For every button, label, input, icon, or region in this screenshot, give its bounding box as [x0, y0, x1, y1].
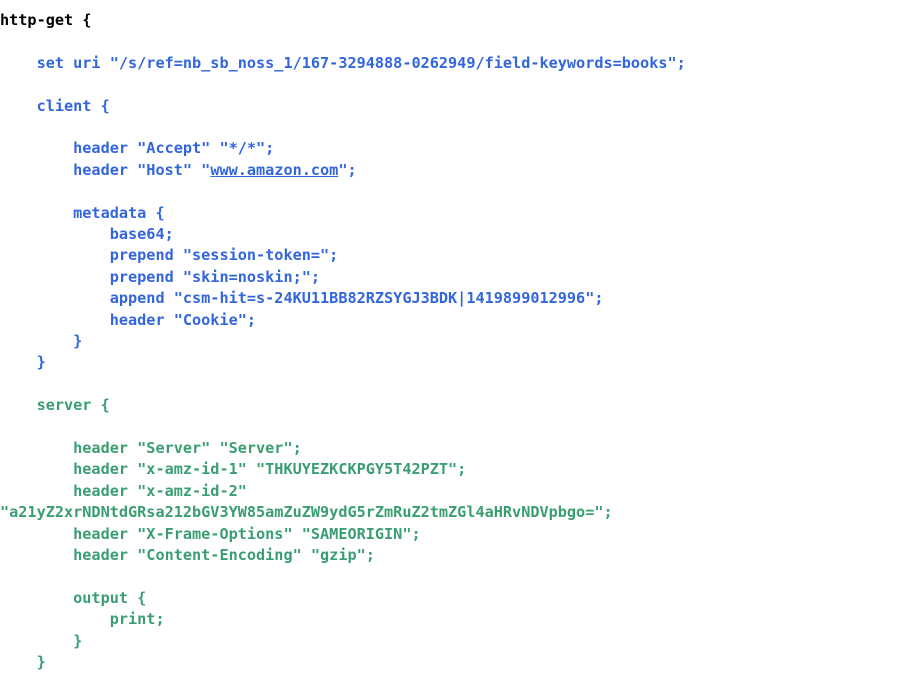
- code-line: prepend "skin=noskin;";: [0, 267, 924, 288]
- code-token-server: print;: [0, 610, 165, 629]
- code-line: header "Content-Encoding" "gzip";: [0, 545, 924, 566]
- code-line: http-get {: [0, 10, 924, 31]
- code-line: metadata {: [0, 203, 924, 224]
- code-line: header "x-amz-id-2": [0, 481, 924, 502]
- host-link[interactable]: www.amazon.com: [210, 161, 338, 179]
- code-line: }: [0, 352, 924, 373]
- code-token-server: }: [0, 631, 83, 650]
- code-token-server: header "x-amz-id-1" "THKUYEZKCKPGY5T42PZ…: [0, 460, 467, 479]
- code-token-server: server {: [0, 396, 110, 415]
- code-line: "a21yZ2xrNDNtdGRsa212bGV3YW85amZuZW9ydG5…: [0, 502, 924, 523]
- code-line: output {: [0, 588, 924, 609]
- code-line: set uri "/s/ref=nb_sb_noss_1/167-3294888…: [0, 53, 924, 74]
- code-text[interactable]: http-get { set uri "/s/ref=nb_sb_noss_1/…: [0, 0, 924, 674]
- code-line: append "csm-hit=s-24KU11BB82RZSYGJ3BDK|1…: [0, 288, 924, 309]
- code-token-client: metadata {: [0, 203, 165, 222]
- code-line: header "Host" "www.amazon.com";: [0, 160, 924, 181]
- code-line: base64;: [0, 224, 924, 245]
- code-listing: http-get { set uri "/s/ref=nb_sb_noss_1/…: [0, 0, 924, 674]
- code-line: print;: [0, 609, 924, 630]
- code-token-client: append "csm-hit=s-24KU11BB82RZSYGJ3BDK|1…: [0, 289, 604, 308]
- code-token-client: header "Host" "www.amazon.com";: [0, 160, 357, 179]
- code-line: header "Server" "Server";: [0, 438, 924, 459]
- code-token-client: set uri "/s/ref=nb_sb_noss_1/167-3294888…: [0, 53, 686, 72]
- code-token-server: header "x-amz-id-2": [0, 481, 247, 500]
- code-token-client: header "Cookie";: [0, 310, 257, 329]
- code-token-client: prepend "skin=noskin;";: [0, 267, 321, 286]
- code-token-server: }: [0, 653, 46, 672]
- code-line: }: [0, 631, 924, 652]
- code-token-client: header "Accept" "*/*";: [0, 139, 275, 158]
- code-line: header "Cookie";: [0, 310, 924, 331]
- code-line: header "Accept" "*/*";: [0, 138, 924, 159]
- code-token-client: }: [0, 353, 46, 372]
- code-token-server: header "X-Frame-Options" "SAMEORIGIN";: [0, 524, 421, 543]
- code-line: header "X-Frame-Options" "SAMEORIGIN";: [0, 524, 924, 545]
- code-token-client: prepend "session-token=";: [0, 246, 339, 265]
- code-line: client {: [0, 96, 924, 117]
- code-token-plain: http-get {: [0, 11, 92, 29]
- code-token-client: base64;: [0, 225, 174, 243]
- code-token-server: header "Content-Encoding" "gzip";: [0, 546, 375, 565]
- code-token-server: output {: [0, 588, 147, 607]
- code-token-client: client {: [0, 96, 110, 115]
- code-line: header "x-amz-id-1" "THKUYEZKCKPGY5T42PZ…: [0, 459, 924, 480]
- code-line: server {: [0, 395, 924, 416]
- code-line: }: [0, 331, 924, 352]
- code-token-server: "a21yZ2xrNDNtdGRsa212bGV3YW85amZuZW9ydG5…: [0, 503, 613, 522]
- code-token-server: header "Server" "Server";: [0, 439, 302, 458]
- code-line: }: [0, 652, 924, 673]
- code-line: prepend "session-token=";: [0, 245, 924, 266]
- code-token-client: }: [0, 332, 83, 351]
